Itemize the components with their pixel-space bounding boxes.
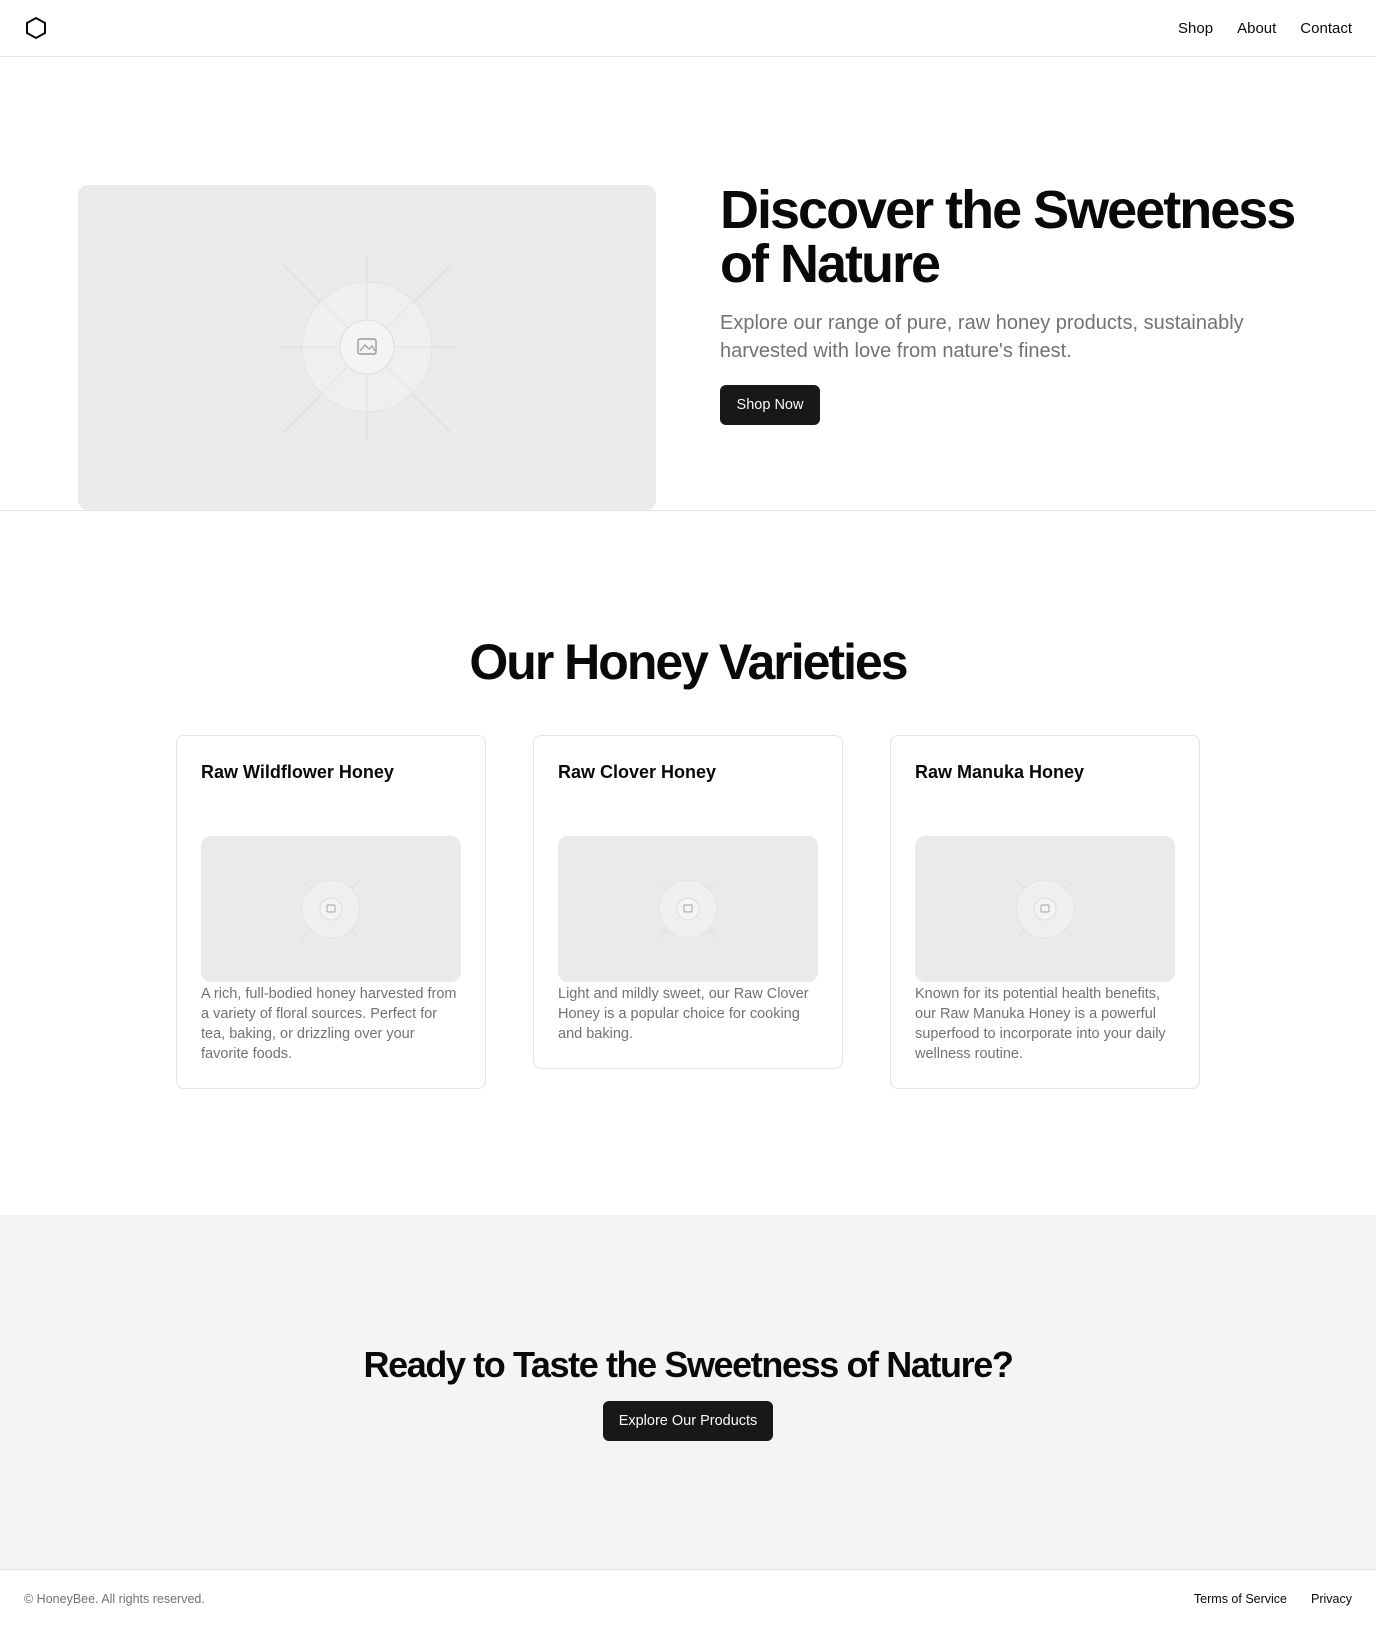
card-description: A rich, full-bodied honey harvested from… xyxy=(201,986,457,1062)
card-title: Raw Wildflower Honey xyxy=(201,762,394,782)
main-nav: Shop About Contact xyxy=(1178,0,1352,56)
card-image-placeholder xyxy=(201,836,461,982)
nav-contact-link[interactable]: Contact xyxy=(1300,20,1352,37)
hero-subtitle: Explore our range of pure, raw honey pro… xyxy=(720,312,1244,362)
product-card-clover[interactable]: Raw Clover Honey Light and mildly sweet,… xyxy=(533,735,843,1069)
image-placeholder-icon xyxy=(1014,878,1076,940)
nav-shop-link[interactable]: Shop xyxy=(1178,20,1213,37)
image-placeholder-icon xyxy=(300,878,362,940)
footer-nav: Terms of Service Privacy xyxy=(1194,1592,1352,1606)
privacy-link[interactable]: Privacy xyxy=(1311,1592,1352,1606)
card-title: Raw Clover Honey xyxy=(558,762,717,782)
site-header: Shop About Contact xyxy=(0,0,1376,57)
explore-products-button[interactable]: Explore Our Products xyxy=(602,1401,774,1441)
card-description: Known for its potential health benefits,… xyxy=(915,986,1166,1062)
image-placeholder-icon xyxy=(278,255,456,440)
shop-now-button[interactable]: Shop Now xyxy=(720,385,820,425)
copyright-text: © HoneyBee. All rights reserved. xyxy=(24,1592,205,1606)
hexagon-icon[interactable] xyxy=(24,16,48,40)
varieties-title: Our Honey Varieties xyxy=(469,634,908,690)
card-title: Raw Manuka Honey xyxy=(915,762,1085,782)
hero-title: Discover the Sweetness of Nature xyxy=(720,180,1296,294)
product-card-manuka[interactable]: Raw Manuka Honey Known for its potential… xyxy=(890,735,1200,1089)
hero-text-block: Discover the Sweetness of Nature Explore… xyxy=(720,183,1320,425)
card-image-placeholder xyxy=(915,836,1175,982)
terms-of-service-link[interactable]: Terms of Service xyxy=(1194,1592,1287,1606)
cta-title: Ready to Taste the Sweetness of Nature? xyxy=(363,1344,1014,1385)
image-placeholder-icon xyxy=(657,878,719,940)
hero-image-placeholder xyxy=(78,185,656,510)
product-card-wildflower[interactable]: Raw Wildflower Honey A rich, full-bodied… xyxy=(176,735,486,1089)
cta-button-wrap: Explore Our Products xyxy=(0,1401,1376,1441)
card-image-placeholder xyxy=(558,836,818,982)
card-description: Light and mildly sweet, our Raw Clover H… xyxy=(558,986,809,1042)
nav-about-link[interactable]: About xyxy=(1237,20,1276,37)
site-footer: © HoneyBee. All rights reserved. Terms o… xyxy=(0,1569,1376,1633)
cta-section: Ready to Taste the Sweetness of Nature? … xyxy=(0,1215,1376,1569)
hero-section: Discover the Sweetness of Nature Explore… xyxy=(0,57,1376,511)
